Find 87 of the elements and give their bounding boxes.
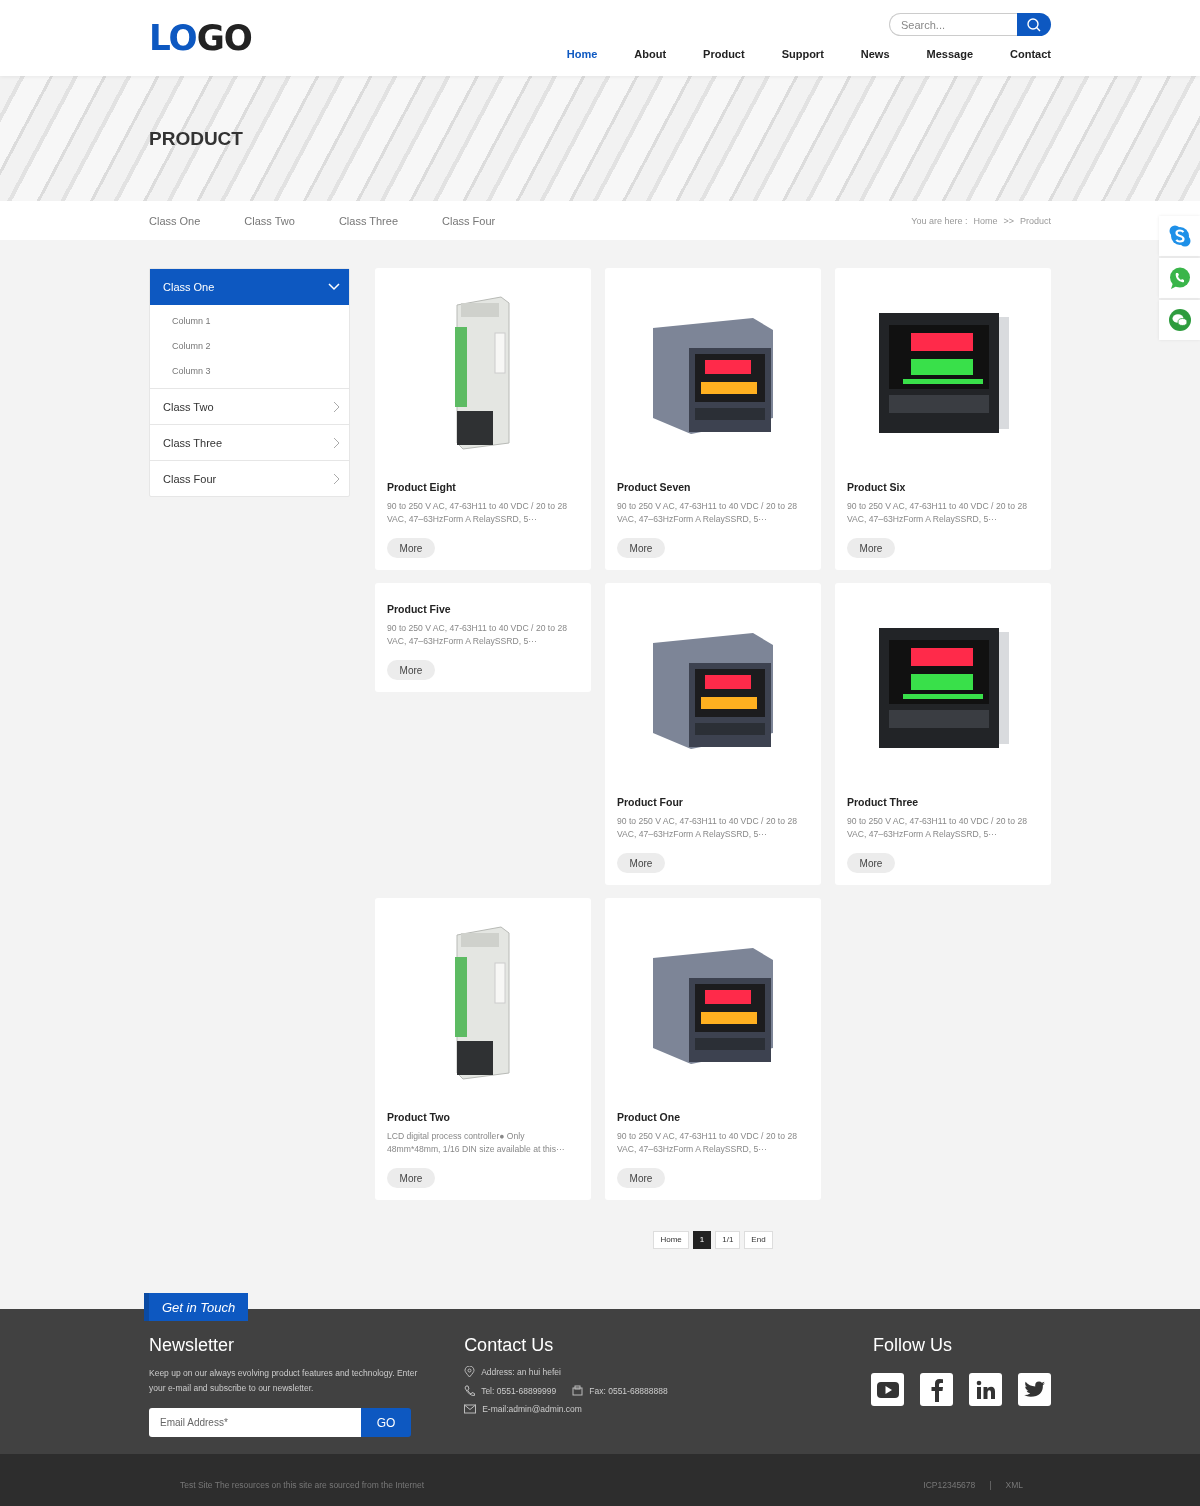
nav-link[interactable]: Home bbox=[566, 48, 598, 60]
search-button[interactable] bbox=[1017, 13, 1051, 36]
category-link[interactable]: Class One bbox=[149, 214, 201, 227]
submenu-item[interactable]: Column 2 bbox=[150, 334, 349, 359]
more-button[interactable]: More bbox=[847, 538, 895, 558]
product-title[interactable]: Product Seven bbox=[617, 478, 809, 493]
more-button[interactable]: More bbox=[617, 853, 665, 873]
category-link[interactable]: Class Four bbox=[442, 214, 496, 227]
newsletter-text: Keep up on our always evolving product features and technology. Enter your e-mail and subscribe to our newsletter. bbox=[149, 1367, 419, 1395]
product-title[interactable]: Product Eight bbox=[387, 478, 579, 493]
sidebar-item[interactable]: Class One bbox=[150, 269, 349, 305]
section-heading: Newsletter bbox=[149, 1335, 236, 1356]
nav-link[interactable]: Contact bbox=[1010, 48, 1051, 60]
more-button[interactable]: More bbox=[387, 538, 435, 558]
skype-icon bbox=[1167, 224, 1192, 248]
product-description: 90 to 250 V AC, 47-63H11 to 40 VDC / 20 to 28 VAC, 47–63HzForm A RelaySSRD, 5··· bbox=[617, 500, 798, 526]
location-icon bbox=[464, 1366, 476, 1378]
nav-link[interactable]: Product bbox=[703, 48, 745, 60]
pagination-button[interactable]: End bbox=[744, 1231, 773, 1249]
product-description: 90 to 250 V AC, 47-63H11 to 40 VDC / 20 to 28 VAC, 47–63HzForm A RelaySSRD, 5··· bbox=[387, 500, 568, 526]
pagination-button[interactable]: 1/1 bbox=[715, 1231, 741, 1249]
nav-link[interactable]: About bbox=[634, 48, 667, 60]
whatsapp-button[interactable] bbox=[1159, 258, 1200, 298]
separator-text: | bbox=[989, 1479, 992, 1490]
twitter-link[interactable] bbox=[1018, 1373, 1051, 1406]
product-description: 90 to 250 V AC, 47-63H11 to 40 VDC / 20 to 28 VAC, 47–63HzForm A RelaySSRD, 5··· bbox=[847, 500, 1028, 526]
fax-icon bbox=[572, 1385, 584, 1397]
copyright-text: Test Site The resources on this site are sourced from the Internet bbox=[180, 1479, 425, 1490]
more-button[interactable]: More bbox=[617, 538, 665, 558]
contact-text: Fax: 0551-68888888 bbox=[589, 1386, 668, 1396]
sidebar-item[interactable]: Class Two bbox=[150, 388, 349, 424]
sidebar-item[interactable]: Class Three bbox=[150, 424, 349, 460]
contact-text: E-mail:admin@admin.com bbox=[482, 1404, 582, 1414]
search-field[interactable]: Search... bbox=[889, 13, 1017, 36]
facebook-icon bbox=[929, 1377, 944, 1402]
email-field[interactable]: Email Address* bbox=[149, 1408, 361, 1437]
product-description: LCD digital process controller● Only 48mm*48mm, 1/16 DIN size available at this··· bbox=[387, 1130, 566, 1156]
product-description: 90 to 250 V AC, 47-63H11 to 40 VDC / 20 to 28 VAC, 47–63HzForm A RelaySSRD, 5··· bbox=[387, 622, 568, 648]
contact-text: Address: an hui hefei bbox=[481, 1367, 561, 1377]
more-button[interactable]: More bbox=[387, 660, 435, 680]
chevron-right-icon bbox=[333, 472, 340, 485]
product-title[interactable]: Product Five bbox=[387, 583, 579, 615]
phone-icon bbox=[464, 1385, 476, 1397]
category-link[interactable]: Class Two bbox=[244, 214, 295, 227]
page-title: PRODUCT bbox=[149, 127, 244, 150]
pagination-button[interactable]: Home bbox=[653, 1231, 689, 1249]
product-title[interactable]: Product Four bbox=[617, 793, 809, 808]
pagination-button[interactable]: 1 bbox=[692, 1231, 712, 1249]
subscribe-button[interactable]: GO bbox=[361, 1408, 411, 1437]
linkedin-link[interactable] bbox=[969, 1373, 1002, 1406]
nav-link[interactable]: News bbox=[860, 48, 890, 60]
submenu-item[interactable]: Column 1 bbox=[150, 309, 349, 334]
product-title[interactable]: Product One bbox=[617, 1108, 809, 1123]
envelope-icon bbox=[464, 1404, 477, 1414]
wechat-button[interactable] bbox=[1159, 300, 1200, 340]
linkedin-icon bbox=[975, 1379, 996, 1400]
breadcrumb-label: You are here : bbox=[911, 215, 968, 226]
logo[interactable]: LOGO bbox=[149, 20, 252, 56]
submenu-item[interactable]: Column 3 bbox=[150, 359, 349, 384]
nav-link[interactable]: Message bbox=[926, 48, 974, 60]
product-description: 90 to 250 V AC, 47-63H11 to 40 VDC / 20 to 28 VAC, 47–63HzForm A RelaySSRD, 5··· bbox=[847, 815, 1028, 841]
youtube-link[interactable] bbox=[871, 1373, 904, 1406]
wechat-icon bbox=[1167, 308, 1192, 332]
whatsapp-icon bbox=[1167, 266, 1192, 290]
sidebar-item[interactable]: Class Four bbox=[150, 460, 349, 496]
twitter-icon bbox=[1023, 1380, 1046, 1399]
product-description: 90 to 250 V AC, 47-63H11 to 40 VDC / 20 to 28 VAC, 47–63HzForm A RelaySSRD, 5··· bbox=[617, 815, 798, 841]
search-icon bbox=[1026, 16, 1042, 33]
skype-button[interactable] bbox=[1159, 216, 1200, 256]
product-title[interactable]: Product Three bbox=[847, 793, 1039, 808]
section-heading: Contact Us bbox=[464, 1335, 555, 1356]
breadcrumb-separator: >> bbox=[1003, 215, 1014, 226]
more-button[interactable]: More bbox=[847, 853, 895, 873]
product-title[interactable]: Product Two bbox=[387, 1108, 579, 1123]
more-button[interactable]: More bbox=[617, 1168, 665, 1188]
section-heading: Follow Us bbox=[873, 1335, 953, 1356]
nav-link[interactable]: Support bbox=[781, 48, 824, 60]
more-button[interactable]: More bbox=[387, 1168, 435, 1188]
chevron-right-icon bbox=[333, 436, 340, 449]
contact-text: Tel: 0551-68899999 bbox=[481, 1386, 557, 1396]
chevron-right-icon bbox=[333, 400, 340, 413]
product-description: 90 to 250 V AC, 47-63H11 to 40 VDC / 20 to 28 VAC, 47–63HzForm A RelaySSRD, 5··· bbox=[617, 1130, 798, 1156]
facebook-link[interactable] bbox=[920, 1373, 953, 1406]
chevron-down-icon bbox=[328, 283, 340, 291]
video-play-icon bbox=[876, 1381, 899, 1398]
product-title[interactable]: Product Six bbox=[847, 478, 1039, 493]
category-link[interactable]: Class Three bbox=[338, 214, 398, 227]
